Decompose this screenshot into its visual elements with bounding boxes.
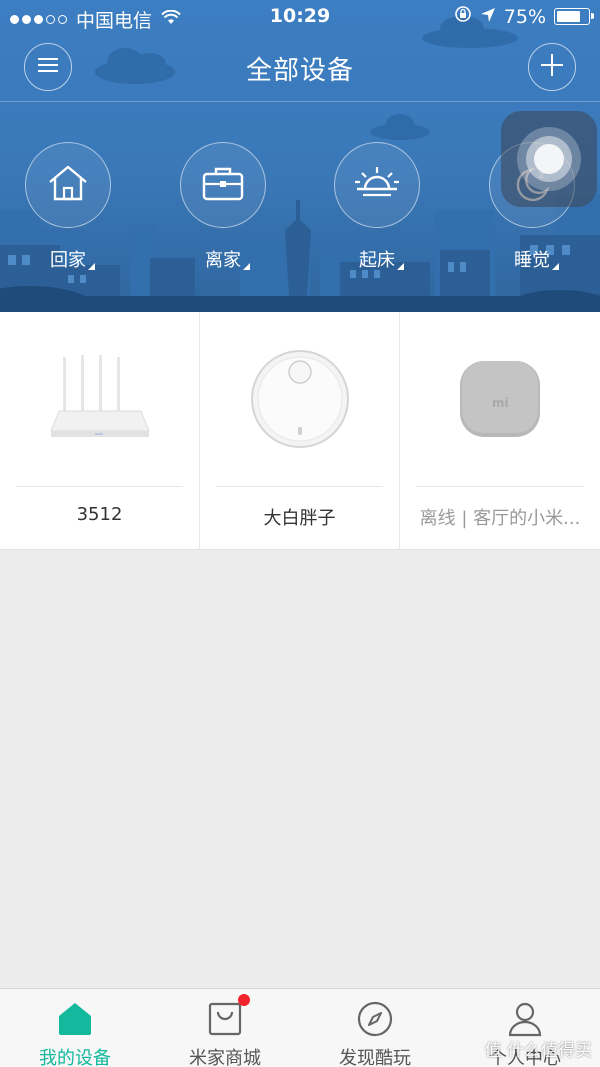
page-title: 全部设备 <box>245 56 354 86</box>
scene-home-label: 回家 <box>50 246 95 272</box>
battery-icon <box>554 8 594 25</box>
tab-label: 发现酷玩 <box>339 1048 411 1067</box>
scene-leave-circle <box>180 142 266 228</box>
plus-icon <box>541 54 563 80</box>
location-arrow-icon <box>480 6 496 28</box>
briefcase-icon <box>202 165 244 205</box>
card-divider <box>16 486 183 487</box>
sunrise-icon <box>353 163 401 207</box>
tab-discover[interactable]: 发现酷玩 <box>300 989 450 1067</box>
home-icon <box>46 163 90 207</box>
device-name: 离线 | 客厅的小米... <box>419 508 581 529</box>
scene-wakeup[interactable]: 起床 <box>317 142 437 272</box>
tab-label: 米家商城 <box>189 1048 261 1067</box>
shopping-bag-icon <box>205 999 245 1039</box>
device-name: 大白胖子 <box>263 508 336 529</box>
mi-device-image: mi <box>400 312 600 486</box>
tab-my-devices[interactable]: 我的设备 <box>0 989 150 1067</box>
assistive-touch-button[interactable] <box>501 111 597 207</box>
scene-leave-label: 离家 <box>205 246 250 272</box>
notification-badge <box>238 994 250 1006</box>
watermark: 值 什么值得买 <box>484 1041 592 1061</box>
scene-sleep-label: 睡觉 <box>514 246 559 272</box>
tab-bar: 我的设备 米家商城 发现酷玩 个人中心 值 什么值得买 <box>0 988 600 1067</box>
nav-bar: 全部设备 <box>0 34 600 102</box>
tab-label: 我的设备 <box>39 1048 111 1067</box>
status-bar: 中国电信 10:29 75% <box>0 0 600 34</box>
orientation-lock-icon <box>454 5 472 28</box>
router-image <box>0 312 200 486</box>
scene-wakeup-circle <box>334 142 420 228</box>
scene-home[interactable]: 回家 <box>8 142 128 272</box>
header-hero: 中国电信 10:29 75% 全部设备 回家 离家 起床 睡觉 <box>0 0 600 312</box>
device-name: 3512 <box>76 504 123 525</box>
device-card-vacuum[interactable]: 大白胖子 <box>200 312 400 550</box>
robot-vacuum-image <box>200 312 400 486</box>
device-card-mi-offline[interactable]: mi 离线 | 客厅的小米... <box>400 312 600 550</box>
battery-percent: 75% <box>503 5 546 28</box>
tab-mi-store[interactable]: 米家商城 <box>150 989 300 1067</box>
home-icon <box>55 999 95 1039</box>
device-grid: 3512 大白胖子 mi 离线 | 客厅的小米... <box>0 312 600 550</box>
card-divider <box>416 486 584 487</box>
svg-text:mi: mi <box>492 396 509 410</box>
add-device-button[interactable] <box>528 43 576 91</box>
scene-leave[interactable]: 离家 <box>163 142 283 272</box>
scene-wakeup-label: 起床 <box>359 246 404 272</box>
device-card-router[interactable]: 3512 <box>0 312 200 550</box>
user-icon <box>505 999 545 1039</box>
scene-home-circle <box>25 142 111 228</box>
compass-icon <box>355 999 395 1039</box>
card-divider <box>216 486 383 487</box>
